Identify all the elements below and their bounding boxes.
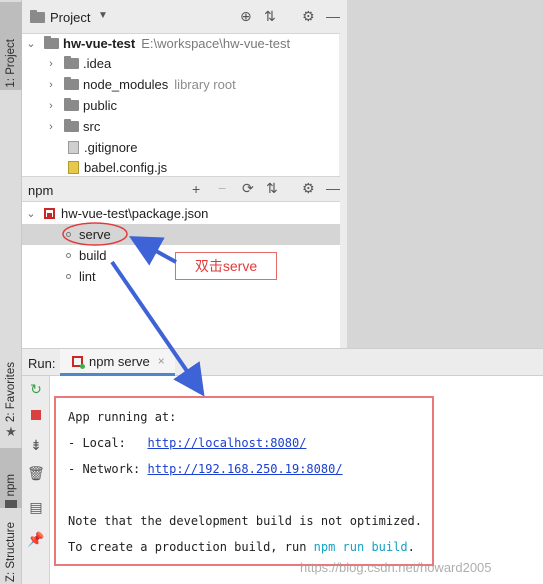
console-line-app-running: App running at: [68, 410, 177, 424]
npm-script-label: serve [79, 227, 111, 242]
refresh-icon[interactable]: ⟳ [242, 180, 254, 197]
gear-icon[interactable]: ⚙ [302, 8, 315, 25]
structure-tool-tab-label: Z: Structure [5, 521, 17, 582]
locate-icon[interactable]: ⊕ [240, 8, 252, 25]
pin-icon[interactable]: 📌 [27, 530, 45, 548]
folder-icon [44, 36, 59, 49]
collapse-all-icon[interactable]: ⇅ [264, 8, 276, 25]
project-tool-tab[interactable]: 1: Project [0, 2, 22, 90]
package-json-icon [44, 208, 55, 219]
local-prefix: - Local: [68, 436, 148, 450]
network-prefix: - Network: [68, 462, 148, 476]
project-tool-tab-label: 1: Project [5, 39, 17, 88]
collapse-all-icon[interactable]: ⇅ [266, 180, 278, 197]
project-panel-title[interactable]: Project [50, 10, 90, 25]
structure-tool-tab[interactable]: Z: Structure [0, 512, 22, 582]
run-label: Run: [28, 356, 56, 371]
file-icon [68, 141, 79, 154]
chevron-right-icon[interactable]: › [44, 100, 58, 112]
project-panel-header: Project ▼ ⊕ ⇅ ⚙ — [22, 0, 347, 34]
tree-item-label: src [83, 119, 101, 134]
tree-item-babel-config[interactable]: babel.config.js [22, 158, 339, 176]
npm-panel-title: npm [28, 183, 54, 198]
npm-script-label: build [79, 248, 107, 263]
chevron-right-icon[interactable]: › [44, 79, 58, 91]
build-hint-prefix: To create a production build, run [68, 540, 314, 554]
folder-icon [64, 77, 79, 90]
panel-divider[interactable] [340, 0, 347, 348]
star-icon: ★ [5, 424, 17, 439]
run-panel-header: Run: npm serve × [22, 348, 543, 376]
chevron-right-icon[interactable]: › [44, 58, 58, 70]
folder-icon [64, 119, 79, 132]
library-root-note: library root [174, 77, 236, 92]
build-command: npm run build [313, 540, 408, 554]
build-hint-suffix: . [407, 540, 415, 554]
console-line-network: - Network: http://192.168.250.19:8080/ [68, 462, 343, 476]
tree-item-gitignore[interactable]: .gitignore [22, 137, 339, 158]
remove-icon[interactable]: − [218, 180, 226, 196]
run-toolbar: ↻ ⇟ 🗑 ▤ 📌 [22, 376, 50, 584]
script-dot-icon [66, 253, 71, 258]
npm-grid-icon [5, 500, 17, 508]
npm-script-serve[interactable]: serve [22, 224, 347, 245]
console-line-note: Note that the development build is not o… [68, 514, 423, 528]
close-icon[interactable]: × [158, 354, 165, 368]
npm-run-icon [72, 355, 85, 369]
layout-icon[interactable]: ▤ [27, 498, 45, 516]
tree-item-label: babel.config.js [84, 159, 168, 175]
tree-item-label: .idea [83, 56, 112, 71]
network-url-link[interactable]: http://192.168.250.19:8080/ [147, 462, 342, 476]
run-tab-label: npm serve [89, 353, 150, 369]
chevron-down-icon[interactable]: ⌄ [24, 37, 38, 50]
script-dot-icon [66, 232, 71, 237]
run-tab-npm-serve[interactable]: npm serve × [60, 349, 175, 376]
chevron-right-icon[interactable]: › [44, 121, 58, 133]
left-tool-stripe: 1: Project 2: Favorites ★ npm Z: Structu… [0, 0, 22, 584]
folder-icon [64, 98, 79, 111]
project-folder-icon [30, 10, 45, 23]
chevron-down-icon[interactable]: ▼ [98, 10, 108, 21]
tree-item-src[interactable]: › src [22, 116, 339, 137]
add-icon[interactable]: + [192, 181, 200, 197]
root-name: hw-vue-test [63, 36, 136, 51]
favorites-tool-tab-label: 2: Favorites [5, 361, 17, 422]
root-path: E:\workspace\hw-vue-test [141, 36, 291, 51]
local-url-link[interactable]: http://localhost:8080/ [147, 436, 306, 450]
watermark: https://blog.csdn.net/howard2005 [300, 560, 492, 575]
tree-item-label: public [83, 98, 117, 113]
scroll-to-end-icon[interactable]: ⇟ [27, 436, 45, 454]
favorites-tool-tab[interactable]: 2: Favorites ★ [0, 360, 22, 440]
minimize-icon[interactable]: — [326, 8, 340, 24]
minimize-icon[interactable]: — [326, 180, 340, 196]
npm-script-label: lint [79, 269, 96, 284]
script-dot-icon [66, 274, 71, 279]
npm-package-label: hw-vue-test\package.json [61, 206, 209, 221]
tree-item-node-modules[interactable]: › node_modules library root [22, 74, 339, 95]
npm-tool-tab-label: npm [5, 473, 17, 496]
js-file-icon [68, 160, 79, 174]
console-line-local: - Local: http://localhost:8080/ [68, 436, 306, 450]
folder-icon [64, 56, 79, 69]
project-panel: Project ▼ ⊕ ⇅ ⚙ — ⌄ hw-vue-test E:\works… [22, 0, 347, 176]
trash-icon[interactable]: 🗑 [27, 464, 45, 482]
editor-area [347, 0, 543, 348]
tree-root[interactable]: ⌄ hw-vue-test E:\workspace\hw-vue-test [22, 33, 339, 54]
tree-item-label: node_modules [83, 77, 169, 92]
chevron-down-icon[interactable]: ⌄ [24, 207, 38, 220]
annotation-label: 双击serve [175, 252, 277, 280]
gear-icon[interactable]: ⚙ [302, 180, 315, 197]
npm-package-row[interactable]: ⌄ hw-vue-test\package.json [22, 203, 339, 224]
npm-panel-header: npm + − ⟳ ⇅ ⚙ — [22, 176, 347, 202]
stop-icon[interactable] [27, 406, 45, 424]
console-line-build-hint: To create a production build, run npm ru… [68, 540, 415, 554]
rerun-icon[interactable]: ↻ [27, 380, 45, 398]
npm-tool-tab[interactable]: npm [0, 448, 22, 508]
tree-item-idea[interactable]: › .idea [22, 53, 339, 74]
tree-item-public[interactable]: › public [22, 95, 339, 116]
tree-item-label: .gitignore [84, 140, 138, 155]
